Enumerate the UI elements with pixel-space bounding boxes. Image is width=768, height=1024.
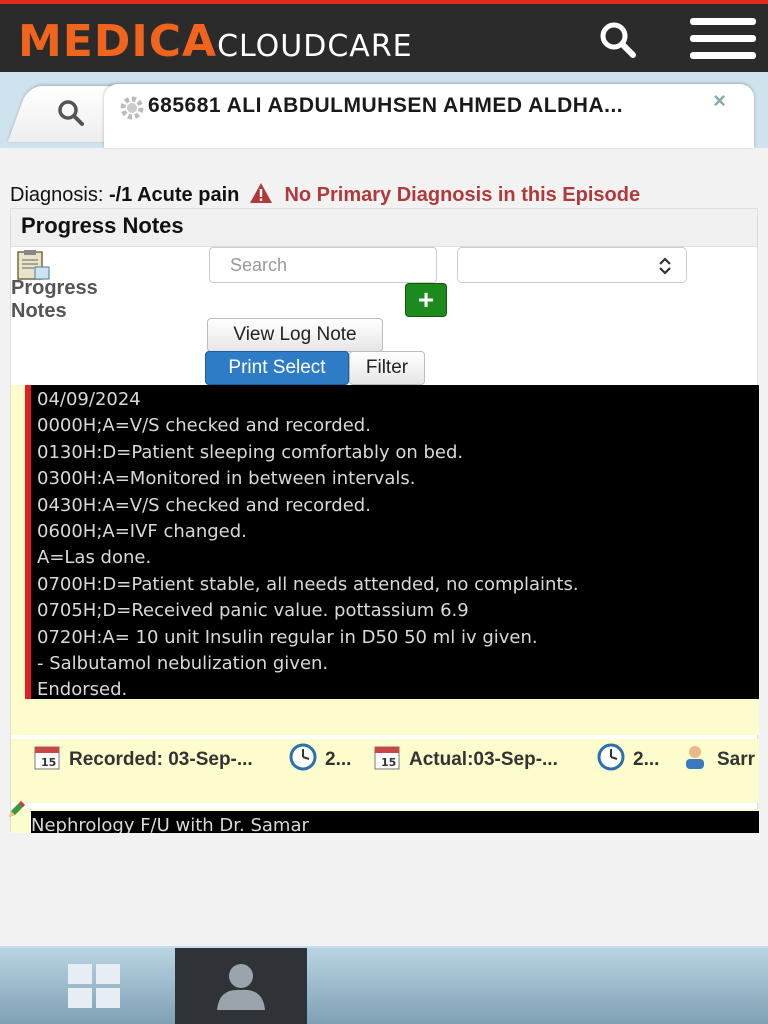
recorded-date: 15 Recorded: 03-Sep-...	[33, 743, 253, 771]
calendar-icon: 15	[34, 746, 60, 770]
logo-medica: MEDICA	[18, 16, 218, 67]
search-input[interactable]	[209, 247, 437, 283]
note-line: 0720H:A= 10 unit Insulin regular in D50 …	[37, 626, 538, 648]
note-line: 0000H;A=V/S checked and recorded.	[37, 415, 371, 437]
note-line: - Salbutamol nebulization given.	[37, 653, 329, 675]
actual-time: 2...	[597, 743, 659, 771]
warning-icon	[249, 182, 273, 204]
diagnosis-warning: No Primary Diagnosis in this Episode	[284, 184, 641, 206]
close-tab-icon[interactable]: ×	[713, 88, 726, 114]
note-line: Endorsed.	[37, 679, 128, 701]
note-line: 04/09/2024	[37, 389, 141, 410]
hamburger-menu-icon[interactable]	[690, 18, 756, 62]
add-note-button[interactable]: +	[405, 283, 447, 317]
search-icon[interactable]	[598, 20, 638, 60]
note-line: A=Las done.	[37, 547, 152, 569]
app-logo: MEDICACLOUDCARE	[18, 16, 413, 67]
actual-date: 15 Actual:03-Sep-...	[373, 743, 558, 771]
diagnosis-line: Diagnosis: -/1 Acute pain No Primary Dia…	[10, 182, 640, 207]
gear-icon	[118, 94, 146, 122]
calendar-icon: 15	[374, 746, 400, 770]
patient-tab-title: 685681 ALI ABDULMUHSEN AHMED ALDHA...	[148, 94, 624, 117]
progress-notes-panel: Progress Notes Progress Notes + View Log…	[9, 208, 759, 833]
chevron-up-down-icon	[659, 257, 671, 275]
user-icon	[217, 964, 265, 1010]
svg-text:15: 15	[381, 756, 396, 769]
clock-icon	[597, 743, 625, 771]
tab-strip: 685681 ALI ABDULMUHSEN AHMED ALDHA... ×	[0, 72, 768, 148]
filter-button[interactable]: Filter	[349, 351, 425, 385]
note-line: 0600H;A=IVF changed.	[37, 521, 247, 543]
note-line: 0700H:D=Patient stable, all needs attend…	[37, 573, 579, 595]
svg-text:15: 15	[41, 756, 56, 769]
search-icon[interactable]	[56, 98, 86, 128]
logo-cloudcare: CLOUDCARE	[217, 29, 413, 64]
note-text: Nephrology F/U with Dr. Samar	[31, 811, 759, 833]
progress-notes-section-label: Progress Notes	[11, 277, 98, 322]
view-log-note-button[interactable]: View Log Note	[207, 318, 383, 352]
user-icon	[686, 746, 704, 769]
pencil-edit-icon[interactable]	[5, 799, 27, 821]
tab-patient[interactable]: 685681 ALI ABDULMUHSEN AHMED ALDHA... ×	[104, 84, 754, 148]
note-line: 0300H:A=Monitored in between intervals.	[37, 468, 416, 490]
note-line: Nephrology F/U with Dr. Samar	[31, 815, 309, 833]
note-metadata-row: 15 Recorded: 03-Sep-... 2... 15 Actual:03-…	[11, 739, 759, 803]
note-text: 04/09/2024 0000H;A=V/S checked and recor…	[25, 385, 759, 700]
note-author: Sarr	[681, 743, 755, 771]
progress-note-entry: 04/09/2024 0000H;A=V/S checked and recor…	[11, 385, 759, 735]
progress-note-entry: Nephrology F/U with Dr. Samar	[9, 801, 759, 833]
panel-title: Progress Notes	[11, 209, 757, 247]
print-select-button[interactable]: Print Select	[205, 351, 349, 385]
note-line: 0705H;D=Received panic value. pottassium…	[37, 600, 469, 622]
clock-icon	[289, 743, 317, 771]
note-line: 0430H:A=V/S checked and recorded.	[37, 494, 371, 516]
diagnosis-value: -/1 Acute pain	[108, 184, 240, 206]
recorded-time: 2...	[289, 743, 351, 771]
top-bar: MEDICACLOUDCARE	[0, 0, 768, 72]
user-profile-tab[interactable]	[175, 948, 307, 1024]
note-line: 0130H:D=Patient sleeping comfortably on …	[37, 441, 464, 463]
filter-select[interactable]	[457, 247, 687, 283]
grid-apps-icon[interactable]	[66, 964, 122, 1008]
bottom-nav-bar	[0, 946, 768, 1024]
diagnosis-label: Diagnosis:	[10, 184, 104, 206]
